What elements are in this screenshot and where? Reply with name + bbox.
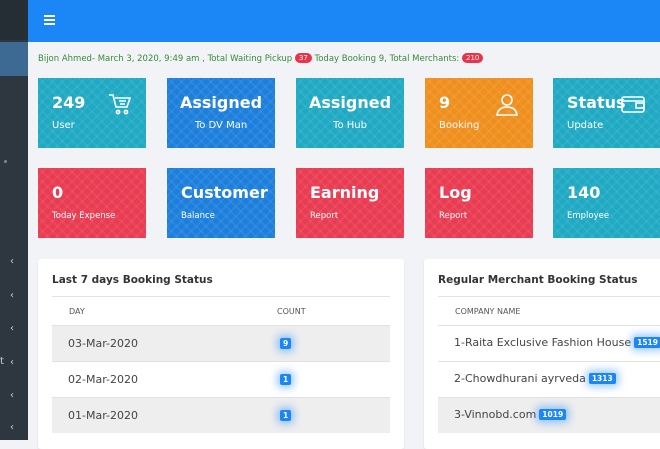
chevron-left-icon[interactable]: ‹ bbox=[10, 357, 14, 368]
merchant-name: 2-Chowdhurani ayrveda bbox=[454, 372, 586, 385]
card-label: User bbox=[52, 120, 75, 131]
divider bbox=[438, 296, 660, 297]
sidebar-header bbox=[0, 0, 28, 40]
wallet-icon bbox=[621, 96, 645, 113]
row-day: 01-Mar-2020 bbox=[68, 409, 138, 422]
row-day: 03-Mar-2020 bbox=[68, 337, 138, 350]
card-title: Assigned bbox=[308, 93, 392, 112]
sidebar-dot bbox=[4, 160, 7, 163]
panel-title: Last 7 days Booking Status bbox=[52, 274, 213, 286]
cart-icon bbox=[109, 94, 132, 115]
card-title: Log bbox=[439, 183, 472, 202]
table-row: 03-Mar-2020 9 bbox=[52, 325, 390, 361]
table-row: 02-Mar-2020 1 bbox=[52, 361, 390, 397]
card-title: Earning bbox=[310, 183, 380, 202]
top-navbar bbox=[28, 0, 660, 42]
card-title: Status bbox=[567, 93, 626, 112]
merchant-count-badge: 1019 bbox=[539, 409, 567, 420]
row-day: 02-Mar-2020 bbox=[68, 373, 138, 386]
assigned-dv-man-card[interactable]: Assigned To DV Man bbox=[167, 78, 275, 148]
waiting-pickup-badge: 37 bbox=[294, 53, 312, 63]
column-header-count: COUNT bbox=[277, 307, 306, 316]
count-badge: 1 bbox=[280, 374, 292, 385]
assigned-hub-card[interactable]: Assigned To Hub bbox=[296, 78, 404, 148]
merchant-count-badge: 1519 bbox=[634, 337, 660, 348]
count-badge: 9 bbox=[280, 338, 292, 349]
card-value: 140 bbox=[567, 183, 601, 202]
card-title: Assigned bbox=[179, 93, 263, 112]
count-badge: 1 bbox=[280, 410, 292, 421]
divider bbox=[52, 296, 390, 297]
card-value: 249 bbox=[52, 93, 86, 112]
card-label: Update bbox=[567, 120, 604, 131]
total-merchants-badge: 210 bbox=[462, 53, 484, 63]
table-row: 01-Mar-2020 1 bbox=[52, 397, 390, 433]
customer-balance-card[interactable]: Customer Balance bbox=[167, 168, 275, 238]
earning-report-card[interactable]: Earning Report bbox=[296, 168, 404, 238]
card-label: Report bbox=[310, 211, 339, 221]
employee-card[interactable]: 140 Employee bbox=[553, 168, 660, 238]
hamburger-menu-icon[interactable] bbox=[44, 15, 55, 25]
card-label: To DV Man bbox=[194, 120, 248, 131]
info-text: Bijon Ahmed- March 3, 2020, 9:49 am , To… bbox=[38, 54, 293, 64]
users-card[interactable]: 249 User bbox=[38, 78, 146, 148]
table-row: 2-Chowdhurani ayrveda 1313 bbox=[438, 361, 660, 397]
table-row: 3-Vinnobd.com 1019 bbox=[438, 397, 660, 433]
booking-status-panel: Last 7 days Booking Status DAY COUNT 03-… bbox=[38, 259, 404, 449]
booking-card[interactable]: 9 Booking bbox=[425, 78, 533, 148]
chevron-left-icon[interactable]: ‹ bbox=[10, 290, 14, 301]
today-expense-card[interactable]: 0 Today Expense bbox=[38, 168, 146, 238]
sidebar-item-active[interactable] bbox=[0, 42, 28, 76]
merchant-count-badge: 1313 bbox=[588, 373, 616, 384]
column-header-day: DAY bbox=[69, 307, 85, 316]
column-header-company: COMPANY NAME bbox=[455, 307, 521, 316]
card-label: Booking bbox=[439, 120, 480, 131]
merchant-name: 1-Raita Exclusive Fashion House bbox=[454, 336, 632, 349]
log-report-card[interactable]: Log Report bbox=[425, 168, 533, 238]
today-booking-text: Today Booking 9, Total Merchants: bbox=[314, 54, 460, 64]
card-label: Balance bbox=[181, 211, 215, 221]
card-label: To Hub bbox=[333, 120, 367, 131]
sidebar: ‹ ‹ ‹ t ‹ ‹ ‹ bbox=[0, 0, 28, 440]
card-value: 0 bbox=[52, 183, 64, 202]
card-label: Report bbox=[439, 211, 468, 221]
card-title: Customer bbox=[181, 183, 268, 202]
user-icon bbox=[496, 94, 518, 116]
merchant-booking-panel: Regular Merchant Booking Status COMPANY … bbox=[424, 259, 660, 449]
chevron-left-icon[interactable]: ‹ bbox=[10, 422, 14, 433]
chevron-left-icon[interactable]: ‹ bbox=[10, 323, 14, 334]
card-label: Employee bbox=[567, 211, 610, 221]
merchant-name: 3-Vinnobd.com bbox=[454, 408, 537, 421]
info-bar: Bijon Ahmed- March 3, 2020, 9:49 am , To… bbox=[38, 53, 484, 64]
table-row: 1-Raita Exclusive Fashion House 1519 bbox=[438, 325, 660, 361]
status-update-card[interactable]: Status Update bbox=[553, 78, 660, 148]
sidebar-item-label-fragment: t bbox=[0, 356, 4, 367]
panel-title: Regular Merchant Booking Status bbox=[438, 274, 638, 286]
card-label: Today Expense bbox=[52, 211, 116, 221]
card-value: 9 bbox=[439, 93, 451, 112]
chevron-left-icon[interactable]: ‹ bbox=[10, 390, 14, 401]
chevron-left-icon[interactable]: ‹ bbox=[10, 256, 14, 267]
